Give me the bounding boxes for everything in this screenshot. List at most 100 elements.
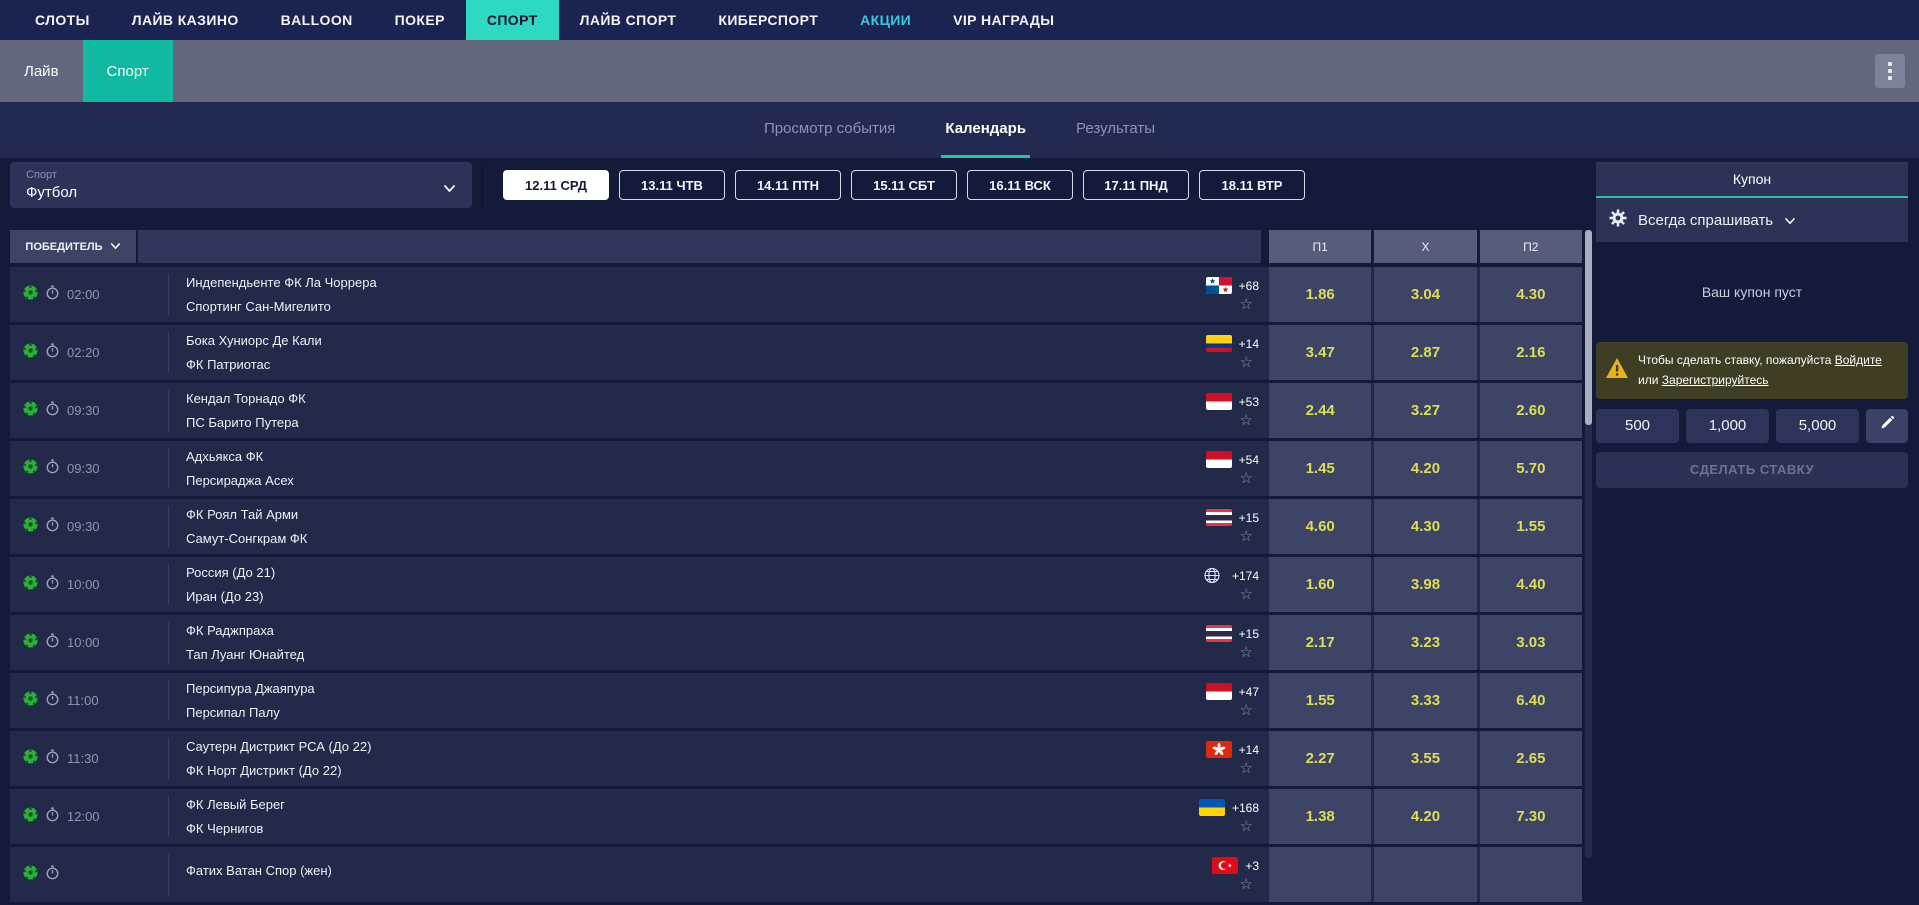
market-selector[interactable]: ПОБЕДИТЕЛЬ [10,230,136,263]
odd-p1[interactable]: 2.44 [1269,383,1371,438]
odd-x[interactable]: 4.20 [1374,441,1476,496]
event-row-0[interactable]: 02:00 Индепендьенте ФК Ла Чоррера Спорти… [10,267,1582,322]
view-tab-1[interactable]: Календарь [941,102,1030,158]
markets-count[interactable]: +168 [1232,801,1259,815]
odd-x[interactable]: 3.55 [1374,731,1476,786]
markets-count[interactable]: +174 [1232,569,1259,583]
markets-count[interactable]: +15 [1239,511,1259,525]
quick-stake-button-1[interactable]: 1,000 [1686,409,1769,443]
nav-item-4[interactable]: СПОРТ [466,0,559,40]
odd-x[interactable]: 3.27 [1374,383,1476,438]
event-row-1[interactable]: 02:20 Бока Хуниорс Де Кали ФК Патриотас … [10,325,1582,380]
favorite-star-icon[interactable]: ☆ [1240,471,1253,486]
event-row-5[interactable]: 10:00 Россия (До 21) Иран (До 23) +174 ☆… [10,557,1582,612]
odd-p1[interactable]: 2.17 [1269,615,1371,670]
odd-p1[interactable]: 4.60 [1269,499,1371,554]
event-row-7[interactable]: 11:00 Персипура Джаяпура Персипал Палу +… [10,673,1582,728]
odd-p1[interactable]: 2.27 [1269,731,1371,786]
favorite-star-icon[interactable]: ☆ [1240,413,1253,428]
odd-p2[interactable]: 3.03 [1480,615,1582,670]
event-row-3[interactable]: 09:30 Адхьякса ФК Персираджа Асех +54 ☆ … [10,441,1582,496]
favorite-star-icon[interactable]: ☆ [1240,877,1253,892]
favorite-star-icon[interactable]: ☆ [1240,529,1253,544]
date-chip-2[interactable]: 14.11 ПТН [735,170,841,200]
markets-count[interactable]: +3 [1245,859,1259,873]
view-tab-0[interactable]: Просмотр события [760,102,899,158]
nav-item-7[interactable]: АКЦИИ [839,0,932,40]
sport-select[interactable]: Спорт Футбол [10,162,472,208]
date-chip-1[interactable]: 13.11 ЧТВ [619,170,725,200]
favorite-star-icon[interactable]: ☆ [1240,355,1253,370]
odd-p2[interactable]: 2.16 [1480,325,1582,380]
login-link[interactable]: Войдите [1835,353,1882,367]
odd-x[interactable]: 2.87 [1374,325,1476,380]
odd-p2[interactable]: 1.55 [1480,499,1582,554]
odd-p1[interactable]: 1.60 [1269,557,1371,612]
markets-count[interactable]: +47 [1239,685,1259,699]
date-chip-3[interactable]: 15.11 СБТ [851,170,957,200]
odd-x[interactable]: 4.20 [1374,789,1476,844]
nav-item-1[interactable]: ЛАЙВ КАЗИНО [111,0,260,40]
odd-p1[interactable]: 1.38 [1269,789,1371,844]
event-row-8[interactable]: 11:30 Саутерн Дистрикт РСА (До 22) ФК Но… [10,731,1582,786]
odd-p1[interactable] [1269,847,1371,902]
coupon-ask-mode-select[interactable]: Всегда спрашивать [1596,198,1908,242]
odd-p1[interactable]: 3.47 [1269,325,1371,380]
markets-count[interactable]: +14 [1239,743,1259,757]
nav-item-0[interactable]: СЛОТЫ [14,0,111,40]
view-tab-2[interactable]: Результаты [1072,102,1159,158]
markets-count[interactable]: +14 [1239,337,1259,351]
quick-stake-button-2[interactable]: 5,000 [1776,409,1859,443]
date-chip-0[interactable]: 12.11 СРД [503,170,609,200]
event-row-9[interactable]: 12:00 ФК Левый Берег ФК Чернигов +168 ☆ … [10,789,1582,844]
coupon-header-tab[interactable]: Купон [1596,162,1908,198]
nav-item-3[interactable]: ПОКЕР [374,0,466,40]
odd-x[interactable] [1374,847,1476,902]
odd-x[interactable]: 3.98 [1374,557,1476,612]
place-bet-button[interactable]: СДЕЛАТЬ СТАВКУ [1596,452,1908,488]
nav-item-5[interactable]: ЛАЙВ СПОРТ [559,0,698,40]
favorite-star-icon[interactable]: ☆ [1240,297,1253,312]
favorite-star-icon[interactable]: ☆ [1240,645,1253,660]
favorite-star-icon[interactable]: ☆ [1240,703,1253,718]
event-row-6[interactable]: 10:00 ФК Раджпраха Тап Луанг Юнайтед +15… [10,615,1582,670]
vertical-scrollbar[interactable] [1585,230,1592,858]
nav-item-2[interactable]: BALLOON [260,0,374,40]
event-row-4[interactable]: 09:30 ФК Роял Тай Арми Самут-Сонгкрам ФК… [10,499,1582,554]
nav-item-6[interactable]: КИБЕРСПОРТ [697,0,839,40]
nav-item-8[interactable]: VIP НАГРАДЫ [932,0,1075,40]
markets-count[interactable]: +53 [1239,395,1259,409]
odd-p2[interactable]: 4.30 [1480,267,1582,322]
register-link[interactable]: Зарегистрируйтесь [1662,373,1769,387]
favorite-star-icon[interactable]: ☆ [1240,587,1253,602]
odd-p2[interactable]: 5.70 [1480,441,1582,496]
event-row-10[interactable]: Фатих Ватан Спор (жен) +3 ☆ [10,847,1582,902]
odd-x[interactable]: 3.33 [1374,673,1476,728]
edit-stake-button[interactable] [1866,409,1908,443]
event-row-2[interactable]: 09:30 Кендал Торнадо ФК ПС Барито Путера… [10,383,1582,438]
odd-p2[interactable]: 6.40 [1480,673,1582,728]
odd-p2[interactable] [1480,847,1582,902]
scrollbar-thumb[interactable] [1585,230,1592,425]
odd-p2[interactable]: 2.60 [1480,383,1582,438]
odd-x[interactable]: 4.30 [1374,499,1476,554]
markets-count[interactable]: +15 [1239,627,1259,641]
odd-p1[interactable]: 1.55 [1269,673,1371,728]
subnav-tab-1[interactable]: Спорт [83,40,173,102]
kebab-menu-button[interactable] [1875,54,1905,88]
date-chip-5[interactable]: 17.11 ПНД [1083,170,1189,200]
date-chip-4[interactable]: 16.11 ВСК [967,170,1073,200]
favorite-star-icon[interactable]: ☆ [1240,761,1253,776]
markets-count[interactable]: +54 [1239,453,1259,467]
odd-p1[interactable]: 1.45 [1269,441,1371,496]
markets-count[interactable]: +68 [1239,279,1259,293]
favorite-star-icon[interactable]: ☆ [1240,819,1253,834]
odd-p2[interactable]: 4.40 [1480,557,1582,612]
odd-p1[interactable]: 1.86 [1269,267,1371,322]
odd-p2[interactable]: 7.30 [1480,789,1582,844]
quick-stake-button-0[interactable]: 500 [1596,409,1679,443]
odd-p2[interactable]: 2.65 [1480,731,1582,786]
date-chip-6[interactable]: 18.11 ВТР [1199,170,1305,200]
odd-x[interactable]: 3.23 [1374,615,1476,670]
subnav-tab-0[interactable]: Лайв [0,40,83,102]
